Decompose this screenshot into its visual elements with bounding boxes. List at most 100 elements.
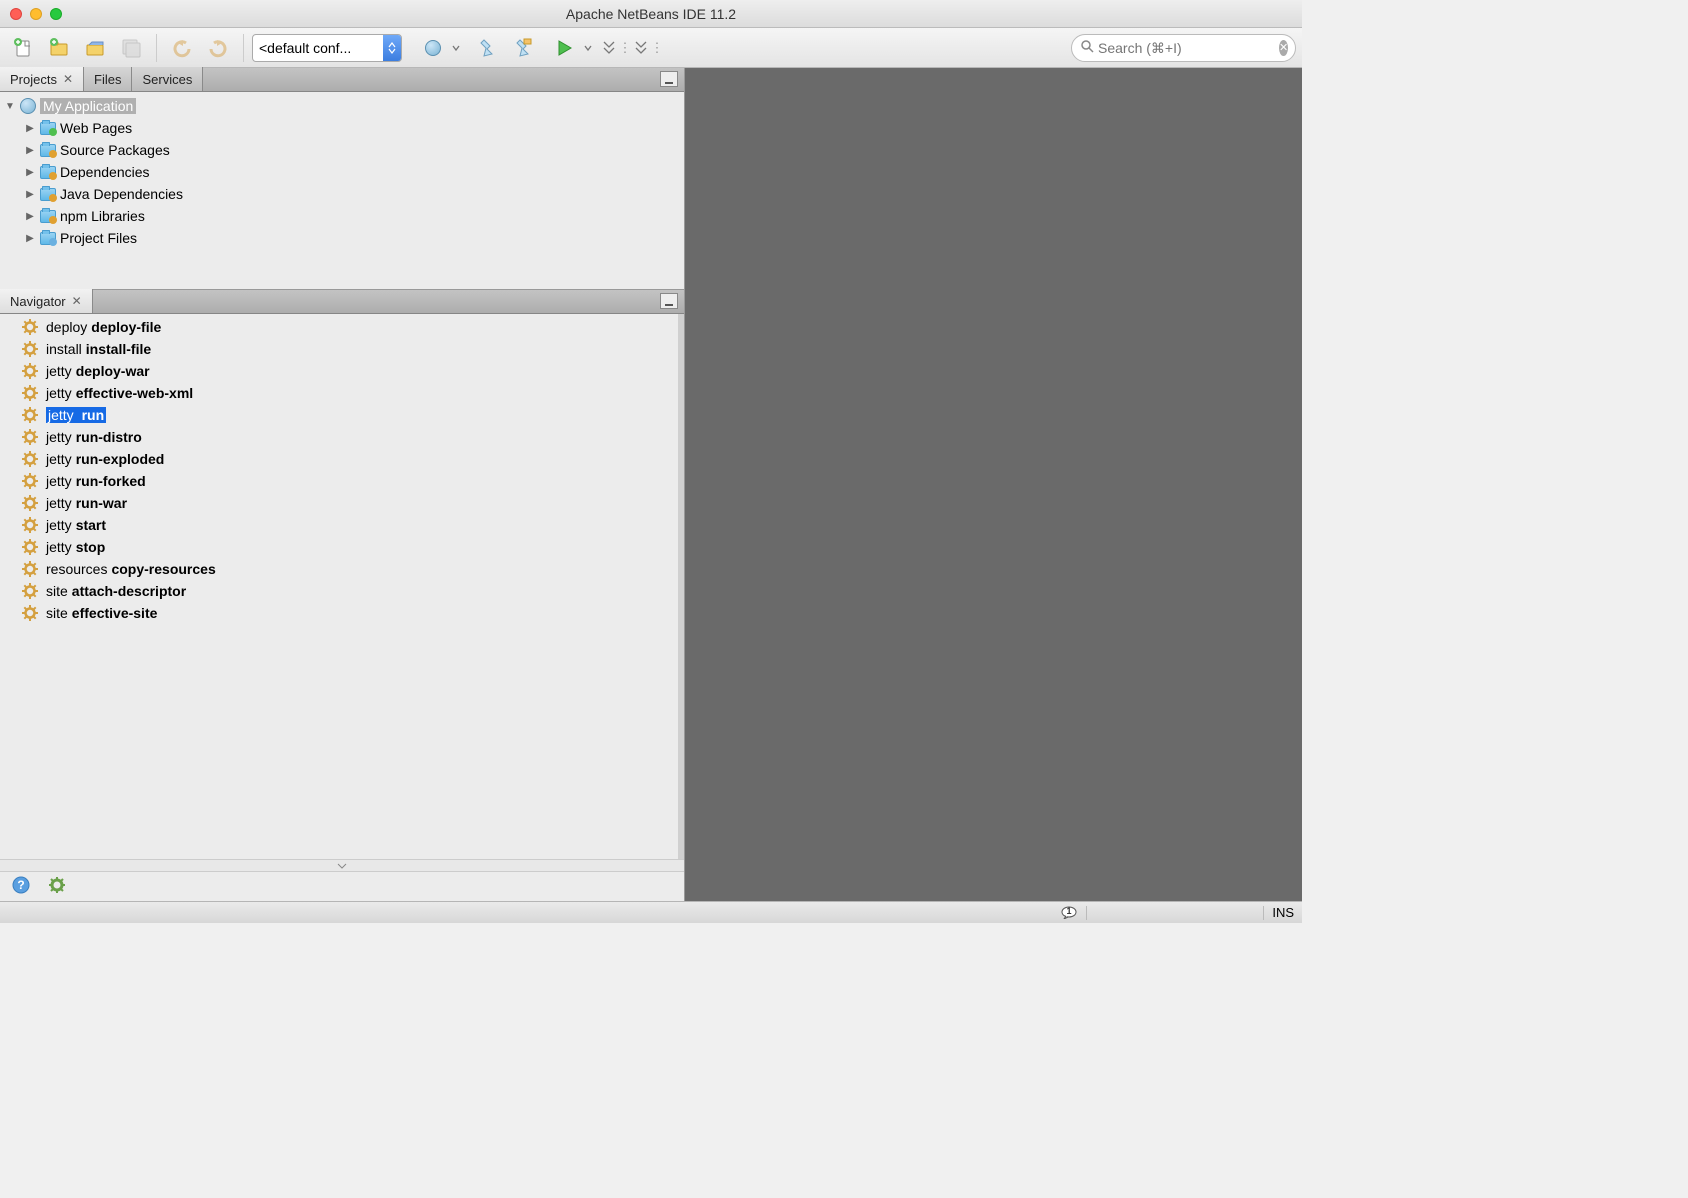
statusbar-separator bbox=[1086, 906, 1087, 920]
expand-toggle[interactable]: ▶ bbox=[24, 233, 36, 244]
close-window-button[interactable] bbox=[10, 8, 22, 20]
minimize-panel-button[interactable] bbox=[660, 71, 678, 87]
tab-projects[interactable]: Projects ✕ bbox=[0, 67, 84, 91]
double-chevron-down-icon[interactable] bbox=[602, 39, 616, 57]
tree-node[interactable]: ▶ Source Packages bbox=[0, 139, 684, 161]
minimize-panel-button[interactable] bbox=[660, 293, 678, 309]
open-project-button[interactable] bbox=[78, 32, 112, 64]
gear-icon bbox=[22, 429, 38, 445]
settings-button[interactable] bbox=[48, 876, 66, 897]
tree-root-label: My Application bbox=[40, 98, 136, 114]
tab-files[interactable]: Files bbox=[84, 67, 132, 91]
navigator-item[interactable]: site attach-descriptor bbox=[0, 580, 678, 602]
close-tab-button[interactable]: ✕ bbox=[72, 294, 82, 308]
project-icon bbox=[20, 98, 36, 114]
navigator-item[interactable]: jetty run bbox=[0, 404, 678, 426]
window-title: Apache NetBeans IDE 11.2 bbox=[566, 6, 736, 22]
tab-services[interactable]: Services bbox=[132, 67, 203, 91]
config-select-value: <default conf... bbox=[253, 40, 383, 56]
item-suffix: run-exploded bbox=[76, 451, 165, 467]
item-suffix: run-distro bbox=[76, 429, 142, 445]
expand-toggle[interactable]: ▶ bbox=[24, 211, 36, 222]
tree-node[interactable]: ▶ Project Files bbox=[0, 227, 684, 249]
toolbar-grip: ⋮ bbox=[622, 34, 628, 62]
navigator-item[interactable]: jetty run-exploded bbox=[0, 448, 678, 470]
toolbar-separator bbox=[156, 34, 157, 62]
expand-toggle[interactable]: ▶ bbox=[24, 189, 36, 200]
navigator-item[interactable]: install install-file bbox=[0, 338, 678, 360]
item-suffix: copy-resources bbox=[111, 561, 215, 577]
expand-toggle[interactable]: ▼ bbox=[4, 101, 16, 112]
navigator-item[interactable]: site effective-site bbox=[0, 602, 678, 624]
navigator-item[interactable]: jetty deploy-war bbox=[0, 360, 678, 382]
folder-icon bbox=[40, 164, 56, 180]
navigator-item[interactable]: resources copy-resources bbox=[0, 558, 678, 580]
chevron-down-icon[interactable] bbox=[584, 42, 592, 54]
config-select[interactable]: <default conf... bbox=[252, 34, 402, 62]
navigator-list[interactable]: deploy deploy-fileinstall install-fileje… bbox=[0, 314, 684, 859]
clean-build-button[interactable] bbox=[506, 32, 540, 64]
redo-button[interactable] bbox=[201, 32, 235, 64]
new-file-button[interactable] bbox=[6, 32, 40, 64]
tree-node[interactable]: ▶ Java Dependencies bbox=[0, 183, 684, 205]
browser-select-button[interactable] bbox=[416, 32, 450, 64]
item-prefix: jetty bbox=[46, 473, 72, 489]
item-suffix: install-file bbox=[86, 341, 151, 357]
item-prefix: jetty bbox=[46, 451, 72, 467]
double-chevron-down-icon[interactable] bbox=[634, 39, 648, 57]
tab-label: Files bbox=[94, 72, 121, 87]
projects-panel: ▼ My Application ▶ Web Pages▶ Source Pac… bbox=[0, 92, 684, 290]
navigator-item[interactable]: jetty run-war bbox=[0, 492, 678, 514]
statusbar-separator bbox=[1263, 906, 1264, 920]
gear-icon bbox=[22, 363, 38, 379]
item-prefix: install bbox=[46, 341, 82, 357]
undo-button[interactable] bbox=[165, 32, 199, 64]
main-toolbar: <default conf... ⋮ ⋮ ✕ bbox=[0, 28, 1302, 68]
item-prefix: jetty bbox=[46, 495, 72, 511]
navigator-item[interactable]: jetty run-forked bbox=[0, 470, 678, 492]
gear-icon bbox=[22, 605, 38, 621]
navigator-item[interactable]: jetty start bbox=[0, 514, 678, 536]
item-prefix: jetty bbox=[46, 539, 72, 555]
global-search[interactable]: ✕ bbox=[1071, 34, 1296, 62]
folder-icon bbox=[40, 186, 56, 202]
insert-mode-indicator[interactable]: INS bbox=[1272, 905, 1294, 920]
navigator-item[interactable]: deploy deploy-file bbox=[0, 316, 678, 338]
notifications-button[interactable]: 1 bbox=[1060, 903, 1078, 922]
tree-node[interactable]: ▶ npm Libraries bbox=[0, 205, 684, 227]
new-project-button[interactable] bbox=[42, 32, 76, 64]
expand-toggle[interactable]: ▶ bbox=[24, 167, 36, 178]
search-input[interactable] bbox=[1098, 40, 1279, 56]
main-area: Projects ✕ Files Services ▼ My Application … bbox=[0, 68, 1302, 901]
maximize-window-button[interactable] bbox=[50, 8, 62, 20]
tree-root[interactable]: ▼ My Application bbox=[0, 95, 684, 117]
gear-icon bbox=[22, 473, 38, 489]
item-prefix: jetty bbox=[46, 517, 72, 533]
chevron-down-icon bbox=[337, 863, 347, 869]
navigator-item[interactable]: jetty run-distro bbox=[0, 426, 678, 448]
tab-navigator[interactable]: Navigator ✕ bbox=[0, 289, 93, 313]
expand-toggle[interactable]: ▶ bbox=[24, 123, 36, 134]
tree-node[interactable]: ▶ Dependencies bbox=[0, 161, 684, 183]
chevron-down-icon[interactable] bbox=[452, 42, 460, 54]
folder-icon bbox=[40, 120, 56, 136]
globe-icon bbox=[425, 40, 441, 56]
navigator-item[interactable]: jetty stop bbox=[0, 536, 678, 558]
tab-label: Projects bbox=[10, 72, 57, 87]
tree-node-label: Source Packages bbox=[60, 142, 170, 158]
help-button[interactable]: ? bbox=[12, 876, 30, 897]
svg-text:1: 1 bbox=[1067, 906, 1072, 916]
expand-toggle[interactable]: ▶ bbox=[24, 145, 36, 156]
run-button[interactable] bbox=[548, 32, 582, 64]
clear-search-button[interactable]: ✕ bbox=[1279, 40, 1288, 56]
navigator-bottom-bar: ? bbox=[0, 871, 684, 901]
minimize-window-button[interactable] bbox=[30, 8, 42, 20]
panel-collapse-handle[interactable] bbox=[0, 859, 684, 871]
close-tab-button[interactable]: ✕ bbox=[63, 72, 73, 86]
item-suffix: deploy-war bbox=[76, 363, 150, 379]
navigator-item[interactable]: jetty effective-web-xml bbox=[0, 382, 678, 404]
tree-node[interactable]: ▶ Web Pages bbox=[0, 117, 684, 139]
left-column: Projects ✕ Files Services ▼ My Application … bbox=[0, 68, 685, 901]
build-button[interactable] bbox=[470, 32, 504, 64]
save-all-button[interactable] bbox=[114, 32, 148, 64]
